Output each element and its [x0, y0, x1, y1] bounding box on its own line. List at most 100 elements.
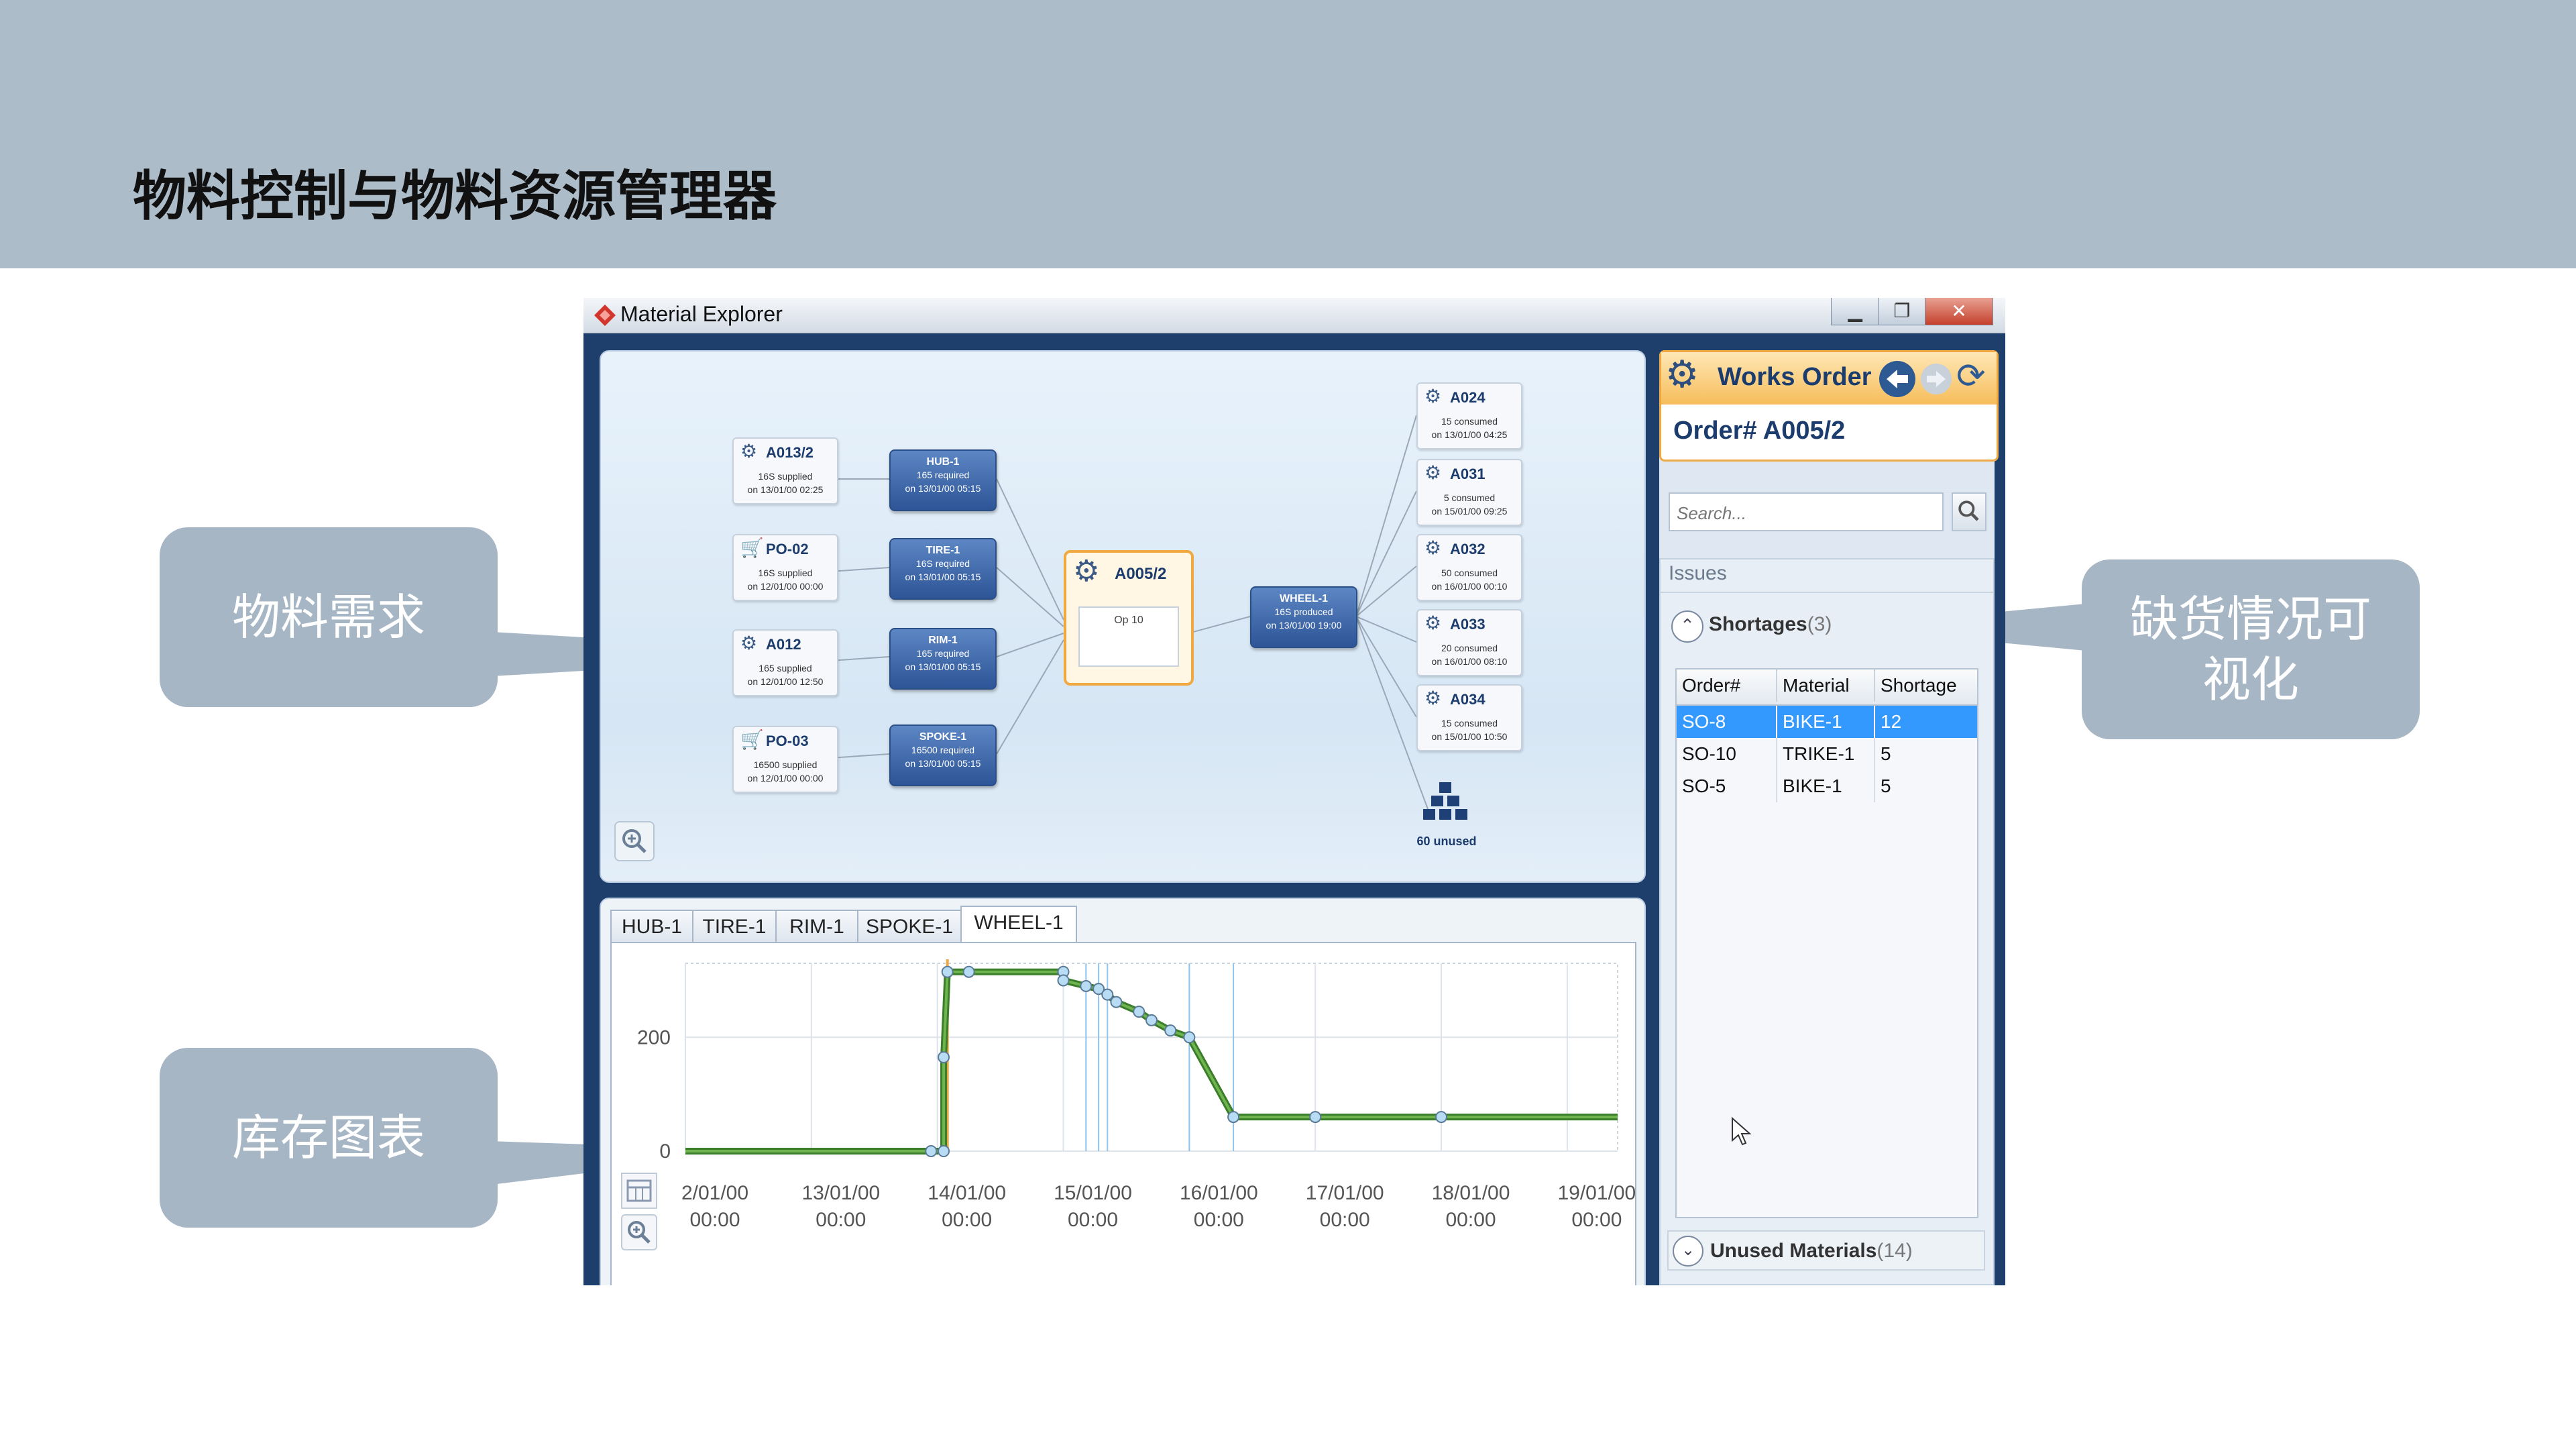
- node-line1: 165 required: [916, 470, 970, 480]
- table-row[interactable]: SO-8 BIKE-1 12: [1677, 706, 1977, 738]
- plot-area: [685, 963, 1618, 1152]
- graph-consumer-node[interactable]: ⚙ A034 15 consumed on 15/01/00 10:50: [1416, 684, 1522, 751]
- callout-material-demand: 物料需求: [160, 527, 498, 707]
- node-line1: 15 consumed: [1441, 718, 1498, 729]
- refresh-icon[interactable]: ⟳: [1956, 356, 1986, 396]
- unused-materials-label: Unused Materials: [1710, 1240, 1877, 1262]
- graph-consumer-node[interactable]: ⚙ A031 5 consumed on 15/01/00 09:25: [1416, 459, 1522, 526]
- tab-wheel-1[interactable]: WHEEL-1: [960, 906, 1077, 943]
- zoom-in-icon: [628, 1221, 651, 1244]
- issues-label: Issues: [1669, 562, 1727, 584]
- search-input[interactable]: Search...: [1669, 492, 1944, 531]
- close-button[interactable]: ✕: [1925, 298, 1993, 325]
- node-title: RIM-1: [928, 635, 958, 646]
- node-title: PO-02: [766, 541, 809, 557]
- chart-zoom-button[interactable]: [621, 1214, 657, 1250]
- graph-works-order-node[interactable]: ⚙ A005/2 Op 10: [1064, 550, 1194, 686]
- issues-panel: Issues ⌃ Shortages(3) Order# Material Sh…: [1659, 558, 1995, 1285]
- node-line2: on 13/01/00 04:25: [1431, 429, 1508, 440]
- unused-materials-count: (14): [1877, 1240, 1913, 1262]
- cell-material: TRIKE-1: [1776, 738, 1874, 770]
- search-button[interactable]: [1952, 492, 1986, 531]
- chevron-down-icon[interactable]: ⌄: [1673, 1236, 1703, 1267]
- node-line2: on 12/01/00 00:00: [747, 773, 824, 784]
- operation-box[interactable]: Op 10: [1078, 606, 1179, 667]
- node-title: A033: [1450, 616, 1486, 633]
- data-point: [925, 1145, 938, 1157]
- unused-materials-header[interactable]: ⌄ Unused Materials(14): [1667, 1230, 1985, 1271]
- graph-consumer-node[interactable]: ⚙ A033 20 consumed on 16/01/00 08:10: [1416, 609, 1522, 676]
- node-line1: 20 consumed: [1441, 643, 1498, 653]
- maximize-button[interactable]: ❐: [1878, 298, 1926, 325]
- back-arrow-icon[interactable]: [1877, 359, 1917, 399]
- node-line2: on 13/01/00 19:00: [1266, 620, 1342, 631]
- node-title: TIRE-1: [926, 545, 960, 556]
- window-titlebar[interactable]: Material Explorer ▁ ❐ ✕: [583, 298, 2005, 333]
- gear-icon: ⚙: [1424, 612, 1442, 633]
- shortages-count: (3): [1807, 613, 1832, 635]
- gear-icon: ⚙: [1073, 555, 1100, 588]
- graph-component-node[interactable]: RIM-1 165 required on 13/01/00 05:15: [889, 628, 997, 690]
- graph-product-node[interactable]: WHEEL-1 16S produced on 13/01/00 19:00: [1250, 586, 1357, 648]
- cart-icon: 🛒: [740, 729, 764, 750]
- cell-order: SO-5: [1682, 775, 1726, 796]
- column-header-order[interactable]: Order#: [1677, 669, 1776, 702]
- node-line1: 5 consumed: [1443, 492, 1496, 503]
- data-point: [1145, 1014, 1158, 1026]
- graph-source-node[interactable]: ⚙ A013/2 16S supplied on 13/01/00 02:25: [732, 437, 838, 504]
- tab-spoke-1[interactable]: SPOKE-1: [857, 910, 962, 943]
- table-row[interactable]: SO-5 BIKE-1 5: [1677, 770, 1977, 802]
- node-line2: on 15/01/00 10:50: [1431, 731, 1508, 742]
- graph-consumer-node[interactable]: ⚙ A024 15 consumed on 13/01/00 04:25: [1416, 382, 1522, 449]
- forward-arrow-icon[interactable]: [1919, 362, 1954, 396]
- node-line1: 16S supplied: [758, 568, 813, 578]
- data-point: [1227, 1111, 1240, 1124]
- node-line1: 165 required: [916, 648, 970, 659]
- minimize-button[interactable]: ▁: [1831, 298, 1879, 325]
- graph-component-node[interactable]: TIRE-1 16S required on 13/01/00 05:15: [889, 538, 997, 600]
- x-tick-label: 18/01/00 00:00: [1432, 1182, 1510, 1231]
- slide-title: 物料控制与物料资源管理器: [133, 165, 777, 227]
- data-point: [962, 965, 975, 978]
- tab-tire-1[interactable]: TIRE-1: [692, 910, 777, 943]
- cell-order: SO-10: [1682, 743, 1736, 764]
- node-line2: on 13/01/00 05:15: [905, 483, 981, 494]
- unused-stock-icon: [1423, 782, 1467, 820]
- node-title: HUB-1: [926, 456, 960, 468]
- column-header-shortage[interactable]: Shortage: [1874, 669, 1977, 702]
- y-tick-label: 0: [659, 1140, 671, 1163]
- node-line2: on 12/01/00 12:50: [747, 676, 824, 687]
- node-title: SPOKE-1: [919, 731, 967, 743]
- gear-icon: ⚙: [740, 633, 758, 653]
- node-line2: on 13/01/00 02:25: [747, 484, 824, 495]
- gear-icon: ⚙: [1665, 353, 1699, 395]
- graph-source-node[interactable]: ⚙ A012 165 supplied on 12/01/00 12:50: [732, 629, 838, 696]
- node-title: A034: [1450, 691, 1486, 708]
- material-explorer-window: Material Explorer ▁ ❐ ✕ ⚙ A013/2 16S sup…: [583, 298, 2005, 1285]
- cell-shortage: 12: [1874, 706, 1977, 738]
- data-point: [1080, 979, 1093, 992]
- graph-source-node[interactable]: 🛒 PO-02 16S supplied on 12/01/00 00:00: [732, 534, 838, 601]
- calendar-button[interactable]: [621, 1173, 657, 1209]
- graph-zoom-button[interactable]: [614, 821, 655, 861]
- tab-hub-1[interactable]: HUB-1: [610, 910, 693, 943]
- node-line1: 16S required: [915, 558, 970, 569]
- graph-consumer-node[interactable]: ⚙ A032 50 consumed on 16/01/00 00:10: [1416, 534, 1522, 601]
- x-tick-label: 15/01/00 00:00: [1054, 1182, 1132, 1231]
- graph-source-node[interactable]: 🛒 PO-03 16500 supplied on 12/01/00 00:00: [732, 726, 838, 793]
- x-tick-label: 19/01/00 00:00: [1557, 1182, 1635, 1231]
- graph-component-node[interactable]: SPOKE-1 16500 required on 13/01/00 05:15: [889, 724, 997, 786]
- node-title: A024: [1450, 389, 1486, 406]
- node-line1: 16S supplied: [758, 471, 813, 482]
- data-point: [1101, 988, 1114, 1001]
- callout-material-demand-text: 物料需求: [231, 589, 425, 645]
- chevron-up-icon: ⌃: [1680, 615, 1695, 635]
- table-row[interactable]: SO-10 TRIKE-1 5: [1677, 738, 1977, 770]
- tab-rim-1[interactable]: RIM-1: [775, 910, 858, 943]
- graph-component-node[interactable]: HUB-1 165 required on 13/01/00 05:15: [889, 449, 997, 511]
- column-header-material[interactable]: Material: [1776, 669, 1874, 702]
- collapse-shortages-button[interactable]: ⌃: [1671, 610, 1703, 643]
- node-line1: 50 consumed: [1441, 568, 1498, 578]
- shortages-header[interactable]: Shortages(3): [1709, 613, 1832, 636]
- divider: [1661, 592, 1993, 593]
